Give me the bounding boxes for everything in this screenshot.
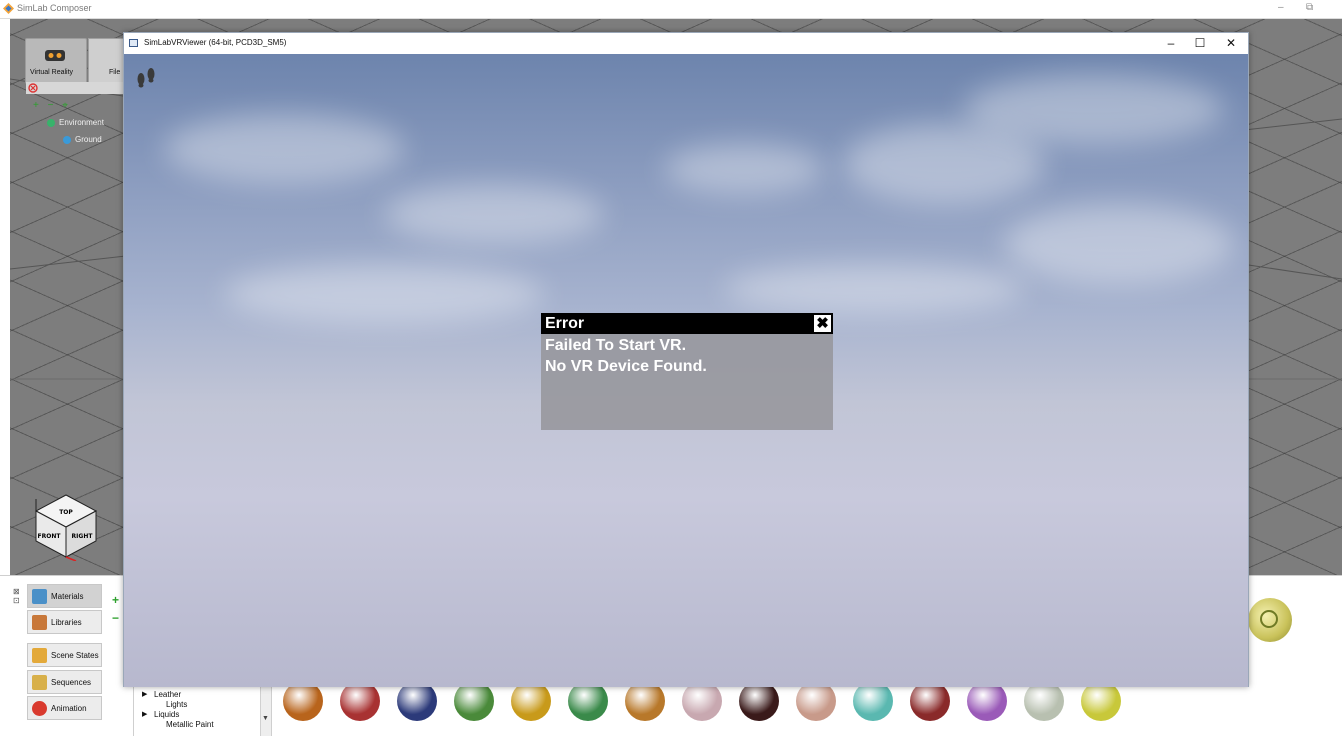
sidebar-item-label: Scene States xyxy=(51,650,99,660)
virtual-reality-label: Virtual Reality xyxy=(30,69,74,76)
app-title: SimLab Composer xyxy=(17,3,92,13)
sidebar-item-sequences[interactable]: Sequences xyxy=(27,670,102,694)
simlab-logo-icon xyxy=(3,3,14,14)
material-swatch[interactable] xyxy=(1024,681,1064,721)
material-swatch-featured[interactable] xyxy=(1248,598,1292,642)
sidebar-item-label: Libraries xyxy=(51,617,82,627)
tree-item-ground[interactable]: Ground xyxy=(33,131,125,148)
maximize-button[interactable]: ☐ xyxy=(1185,34,1215,53)
virtual-reality-button[interactable]: Virtual Reality xyxy=(25,38,87,84)
material-swatch[interactable] xyxy=(511,681,551,721)
error-dialog: Error ✖ Failed To Start VR. No VR Device… xyxy=(541,313,833,430)
sidebar-item-scene-states[interactable]: Scene States xyxy=(27,643,102,667)
environment-icon xyxy=(47,118,55,127)
file-label: File xyxy=(109,69,121,76)
error-close-button[interactable]: ✖ xyxy=(814,315,831,332)
error-message-line: Failed To Start VR. xyxy=(545,337,687,354)
app-restore-button[interactable]: ⧉ xyxy=(1306,2,1313,13)
close-button[interactable]: ✕ xyxy=(1216,34,1246,53)
ground-icon xyxy=(63,135,71,144)
material-swatch[interactable] xyxy=(568,681,608,721)
view-cube[interactable]: TOP FRONT RIGHT xyxy=(30,489,102,561)
cloud xyxy=(964,74,1224,144)
category-item[interactable]: Lights xyxy=(166,700,187,709)
material-swatch[interactable] xyxy=(340,681,380,721)
cloud xyxy=(724,264,1024,314)
material-swatch[interactable] xyxy=(397,681,437,721)
viewcube-top-label: TOP xyxy=(59,509,73,516)
material-swatch[interactable] xyxy=(682,681,722,721)
viewcube-right-label: RIGHT xyxy=(72,533,94,540)
material-swatch[interactable] xyxy=(967,681,1007,721)
material-swatch[interactable] xyxy=(853,681,893,721)
cloud xyxy=(664,144,824,194)
material-category-list[interactable]: ▶ Leather Lights ▶ Liquids Metallic Pain… xyxy=(133,681,272,736)
app-minimize-button[interactable]: – xyxy=(1278,2,1284,13)
sidebar-item-animation[interactable]: Animation xyxy=(27,696,102,720)
tree-item-label: Environment xyxy=(59,118,104,127)
cloud xyxy=(224,264,544,324)
animation-icon xyxy=(32,700,47,716)
scroll-down-icon[interactable]: ▼ xyxy=(262,715,269,722)
material-swatch[interactable] xyxy=(454,681,494,721)
viewcube-front-label: FRONT xyxy=(38,533,62,540)
category-label: Metallic Paint xyxy=(166,720,214,729)
sequences-icon xyxy=(32,674,47,690)
tree-toolbar[interactable]: + − ⌖ xyxy=(33,100,125,114)
cloud xyxy=(1004,204,1234,284)
sidebar-item-libraries[interactable]: Libraries xyxy=(27,610,102,634)
expand-arrow-icon: ▶ xyxy=(142,691,148,698)
panel-close-icon[interactable]: ⊠ xyxy=(13,587,20,596)
add-material-icon[interactable]: + xyxy=(112,593,119,607)
material-swatch[interactable] xyxy=(910,681,950,721)
tree-item-environment[interactable]: Environment xyxy=(33,114,125,131)
category-label: Lights xyxy=(166,700,188,709)
expand-arrow-icon: ▶ xyxy=(142,711,148,718)
remove-material-icon[interactable]: − xyxy=(112,611,119,625)
tree-item-label: Ground xyxy=(75,135,102,144)
cloud xyxy=(384,184,604,244)
minimize-button[interactable]: – xyxy=(1156,34,1186,53)
material-swatch[interactable] xyxy=(1081,681,1121,721)
footprints-icon[interactable] xyxy=(135,66,159,88)
error-message-line: No VR Device Found. xyxy=(545,358,707,375)
panel-pin-icon[interactable]: ⊡ xyxy=(13,596,20,605)
material-swatch[interactable] xyxy=(283,681,323,721)
sidebar-item-label: Materials xyxy=(51,591,84,601)
scene-tree: + − ⌖ Environment Ground xyxy=(33,100,125,148)
file-button[interactable]: File xyxy=(88,38,127,84)
category-label: Leather xyxy=(154,690,182,699)
scene-states-icon xyxy=(32,647,47,663)
vr-headset-icon xyxy=(45,50,65,61)
scene-tab-strip xyxy=(26,82,124,94)
close-circle-icon[interactable] xyxy=(28,83,38,93)
window-app-icon xyxy=(129,39,138,47)
material-swatch[interactable] xyxy=(625,681,665,721)
libraries-icon xyxy=(32,614,47,630)
category-item[interactable]: ▶ Liquids xyxy=(142,710,180,719)
app-titlebar: SimLab Composer – ⧉ xyxy=(0,0,1342,19)
vr-sky-render[interactable]: Error ✖ Failed To Start VR. No VR Device… xyxy=(124,54,1248,687)
category-item[interactable]: ▶ Leather xyxy=(142,690,182,699)
viewer-titlebar[interactable]: SimLabVRViewer (64-bit, PCD3D_SM5) – ☐ ✕ xyxy=(124,33,1248,54)
category-scrollbar[interactable]: ▼ xyxy=(260,682,271,736)
sidebar-item-materials[interactable]: Materials xyxy=(27,584,102,608)
vr-viewer-window: SimLabVRViewer (64-bit, PCD3D_SM5) – ☐ ✕… xyxy=(123,32,1249,687)
error-dialog-header: Error ✖ xyxy=(541,313,833,334)
category-item[interactable]: Metallic Paint xyxy=(166,720,214,729)
category-label: Liquids xyxy=(154,710,180,719)
materials-icon xyxy=(32,588,47,604)
material-swatch[interactable] xyxy=(796,681,836,721)
sidebar-item-label: Sequences xyxy=(51,677,92,687)
viewer-title: SimLabVRViewer (64-bit, PCD3D_SM5) xyxy=(144,38,287,47)
error-dialog-title: Error xyxy=(545,315,585,332)
material-swatch[interactable] xyxy=(739,681,779,721)
sidebar-item-label: Animation xyxy=(51,703,87,713)
cloud xyxy=(164,114,404,184)
